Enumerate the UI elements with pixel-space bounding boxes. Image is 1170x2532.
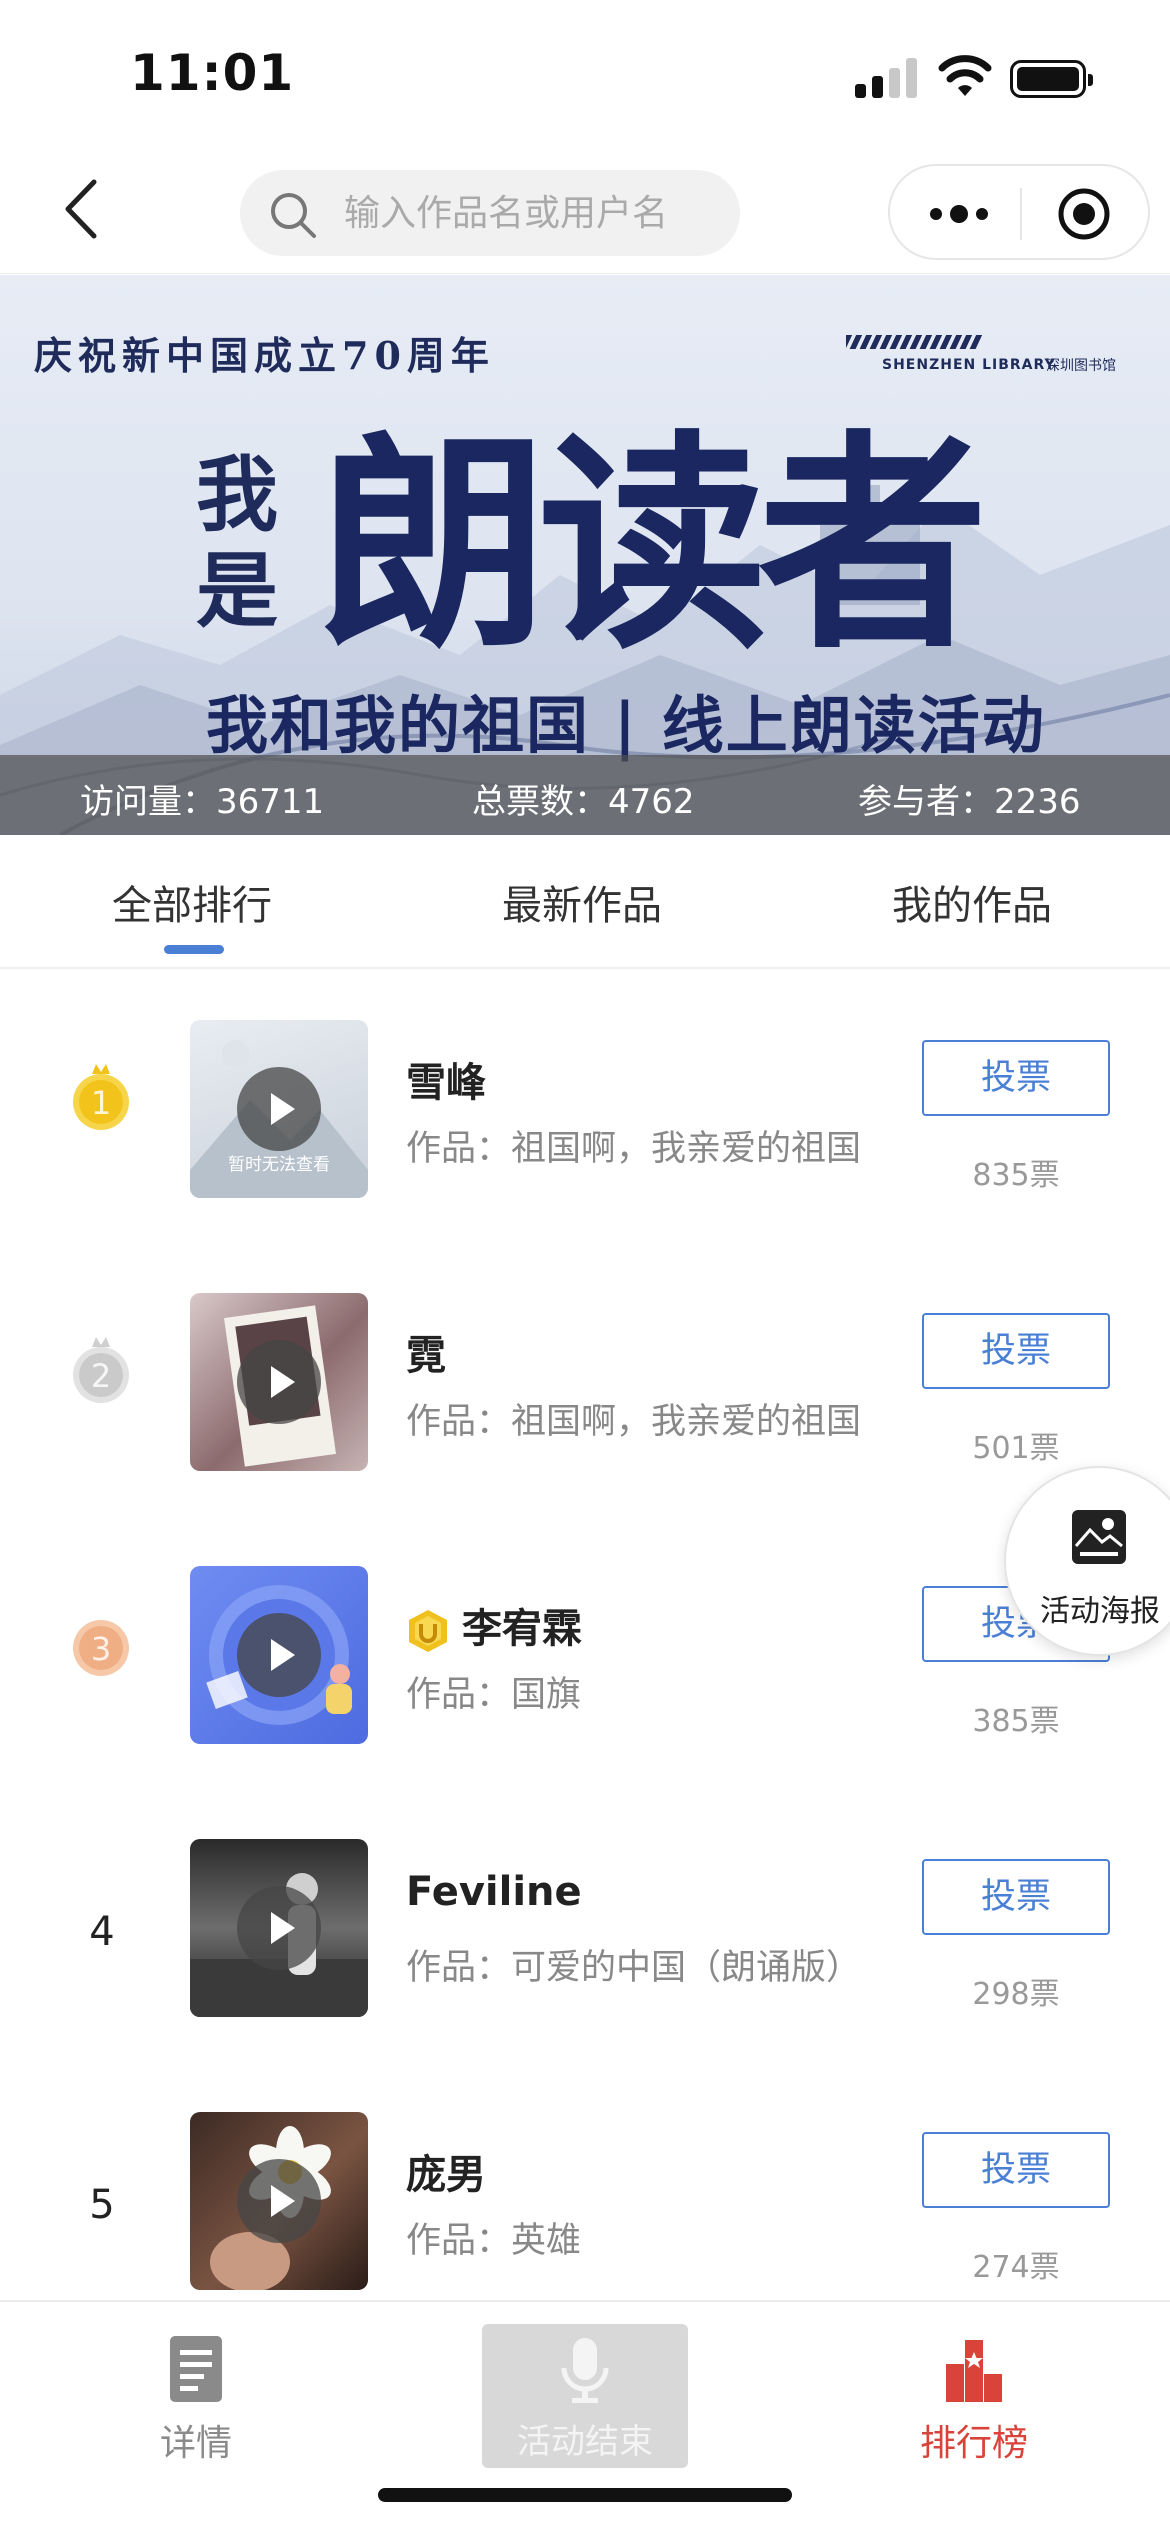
shenzhen-library-logo: SHENZHEN LIBRARY 深圳图书馆 [839, 331, 1126, 375]
bronze-medal-icon: 3 [73, 1620, 129, 1676]
visits-stat: 访问量：36711 [80, 782, 325, 822]
play-icon[interactable] [237, 1613, 321, 1697]
library-name-cn: 深圳图书馆 [1046, 358, 1116, 374]
tab-bar: 全部排行 最新作品 我的作品 [0, 835, 1170, 969]
work-title: 作品：国旗 [406, 1675, 582, 1715]
ranking-label: 排行榜 [919, 2423, 1028, 2464]
work-thumbnail[interactable] [190, 1293, 368, 1471]
bottom-tab-details[interactable]: 详情 [96, 2328, 296, 2498]
vote-count: 385票 [972, 1704, 1060, 1739]
capsule-divider [1020, 188, 1022, 240]
search-input[interactable] [344, 182, 724, 244]
thumbnail-note: 暂时无法查看 [228, 1155, 330, 1175]
mini-program-capsule [888, 164, 1150, 260]
work-title: 作品：可爱的中国（朗诵版） [406, 1948, 862, 1988]
activity-banner[interactable]: 庆祝新中国成立70周年 SHENZHEN LIBRARY 深圳图书馆 我是 朗读… [0, 275, 1170, 835]
list-item[interactable]: 3 李宥霖 作品：国旗 投票 385票 [0, 1516, 1170, 1789]
author-name-row: 李宥霖 [406, 1596, 582, 1654]
list-item[interactable]: 4 Feviline 作品：可爱的中国（朗诵版） 投票 298票 [0, 1789, 1170, 2062]
library-name: SHENZHEN LIBRARY [882, 357, 1056, 373]
details-label: 详情 [159, 2423, 232, 2464]
ranking-chart-icon [946, 2340, 1002, 2402]
banner-topline: 庆祝新中国成立70周年 [34, 333, 495, 378]
document-icon [170, 2336, 222, 2402]
battery-icon [1010, 60, 1093, 98]
banner-subtitle: 我和我的祖国 | 线上朗读活动 [206, 689, 1046, 762]
wifi-icon [938, 55, 992, 96]
status-bar: 11:01 [0, 0, 1170, 150]
list-item[interactable]: 2 霓 作品：祖国啊，我亲爱的祖国 投票 501票 [0, 1243, 1170, 1516]
author-name: 雪峰 [406, 1060, 486, 1106]
search-box[interactable] [240, 170, 740, 256]
tab-my-works[interactable]: 我的作品 [892, 873, 1052, 931]
vote-count: 274票 [972, 2250, 1060, 2285]
poster-image-icon [1072, 1510, 1126, 1564]
silver-medal-icon: 2 [73, 1337, 129, 1403]
list-item[interactable]: 5 庞男 作品：英雄 投票 274票 [0, 2062, 1170, 2300]
play-icon[interactable] [237, 1886, 321, 1970]
rank-number: 5 [89, 2182, 115, 2228]
banner-stats: 访问量：36711 总票数：4762 参与者：2236 [0, 755, 1170, 835]
vote-count: 501票 [972, 1431, 1060, 1466]
play-icon[interactable] [237, 2159, 321, 2243]
vote-button[interactable]: 投票 [922, 1313, 1110, 1389]
more-dots-icon[interactable] [924, 196, 994, 232]
record-icon[interactable] [1056, 186, 1112, 242]
chevron-left-icon[interactable] [52, 174, 122, 244]
bottom-tab-ranking[interactable]: 排行榜 [874, 2328, 1074, 2498]
search-icon [271, 193, 316, 238]
author-name: 庞男 [406, 2152, 486, 2198]
ended-label: 活动结束 [517, 2422, 653, 2462]
tab-active-indicator [164, 945, 224, 954]
poster-label: 活动海报 [1040, 1594, 1160, 1629]
work-thumbnail[interactable] [190, 2112, 368, 2290]
work-thumbnail[interactable] [190, 1566, 368, 1744]
cellular-signal-icon [855, 58, 917, 98]
work-title: 作品：英雄 [406, 2221, 582, 2261]
tab-all-ranking[interactable]: 全部排行 [112, 873, 272, 931]
vote-button[interactable]: 投票 [922, 1859, 1110, 1935]
list-item[interactable]: 1 暂时无法查看 雪峰 作品：祖国啊，我亲爱的祖国 投票 835票 [0, 970, 1170, 1243]
tab-latest-works[interactable]: 最新作品 [502, 873, 662, 931]
gold-medal-icon: 1 [73, 1064, 129, 1130]
activity-ended-button[interactable]: 活动结束 [482, 2324, 688, 2468]
status-time: 11:01 [130, 44, 295, 102]
medal-number: 2 [91, 1357, 111, 1395]
votes-stat: 总票数：4762 [472, 782, 695, 822]
vote-count: 835票 [972, 1158, 1060, 1193]
medal-number: 1 [91, 1084, 111, 1122]
author-name: 李宥霖 [462, 1606, 582, 1652]
medal-number: 3 [91, 1630, 111, 1668]
ranking-list[interactable]: 1 暂时无法查看 雪峰 作品：祖国啊，我亲爱的祖国 投票 835票 2 霓 作品… [0, 970, 1170, 2300]
participants-stat: 参与者：2236 [858, 782, 1081, 822]
author-name: 霓 [406, 1333, 446, 1379]
rank-number: 4 [89, 1909, 115, 1955]
vote-button[interactable]: 投票 [922, 2132, 1110, 2208]
author-name: Feviline [406, 1869, 582, 1915]
banner-small-title: 我是 [196, 447, 279, 639]
library-logo-icon [839, 335, 983, 349]
vote-count: 298票 [972, 1977, 1060, 2012]
play-icon[interactable] [237, 1340, 321, 1424]
work-title: 作品：祖国啊，我亲爱的祖国 [406, 1402, 862, 1442]
vote-button[interactable]: 投票 [922, 1040, 1110, 1116]
work-thumbnail[interactable] [190, 1839, 368, 2017]
microphone-icon [561, 2338, 609, 2403]
play-icon[interactable] [237, 1067, 321, 1151]
nav-bar [0, 150, 1170, 274]
vip-badge-icon [409, 1610, 447, 1652]
home-indicator [378, 2488, 792, 2502]
work-thumbnail[interactable]: 暂时无法查看 [190, 1020, 368, 1198]
work-title: 作品：祖国啊，我亲爱的祖国 [406, 1129, 862, 1169]
banner-main-title: 朗读者 [318, 410, 988, 680]
